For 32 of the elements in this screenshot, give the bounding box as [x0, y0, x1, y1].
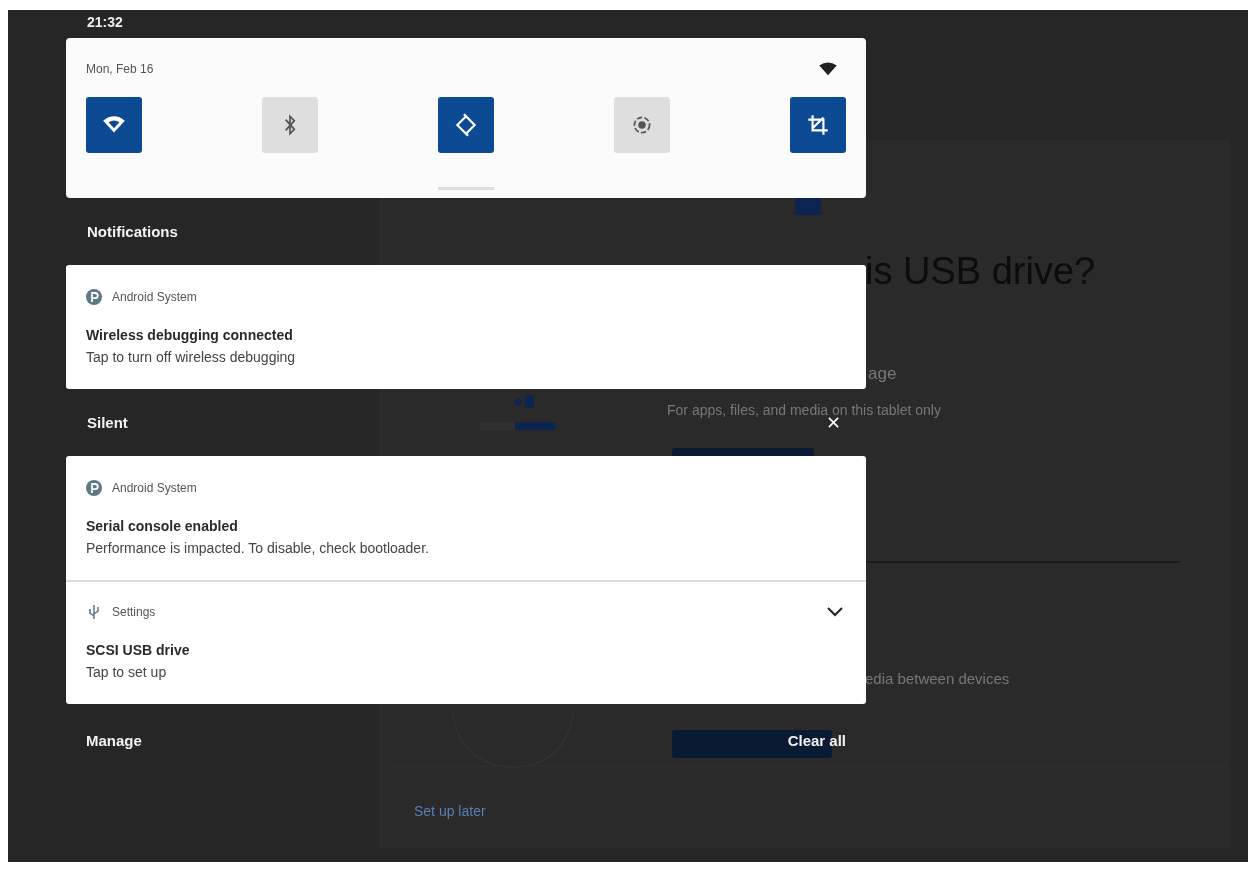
system-app-icon [86, 480, 102, 496]
option-description: For apps, files, and media on this tablet only [667, 402, 941, 418]
app-name: Settings [112, 605, 157, 619]
expand-chevron-icon[interactable] [827, 607, 843, 617]
manage-button[interactable]: Manage [86, 728, 142, 753]
notification-title: SCSI USB drive [86, 642, 191, 658]
status-time: 21:32 [87, 14, 124, 32]
wifi-signal-icon [819, 62, 837, 76]
clear-all-button[interactable]: Clear all [787, 728, 846, 753]
rotate-icon [453, 112, 479, 138]
notification-text: Tap to turn off wireless debugging [86, 349, 297, 365]
notification-text: Performance is impacted. To disable, check bootloader. [86, 540, 430, 556]
quick-setting-tile[interactable] [614, 97, 670, 153]
app-name: Android System [112, 481, 198, 495]
close-icon[interactable] [828, 417, 839, 428]
notification-title: Serial console enabled [86, 518, 239, 534]
notification-text: Tap to set up [86, 664, 168, 680]
quick-setting-tile[interactable] [262, 97, 318, 153]
usb-icon [86, 604, 102, 620]
system-app-icon [86, 289, 102, 305]
section-header: Silent [87, 414, 128, 431]
date-label: Mon, Feb 16 [86, 62, 154, 76]
quick-setting-tile[interactable] [790, 97, 846, 153]
quick-setting-tile[interactable] [86, 97, 142, 153]
option-description: edia between devices [865, 670, 1010, 687]
quick-setting-tile[interactable] [438, 97, 494, 153]
notification-title: Wireless debugging connected [86, 327, 294, 343]
app-name: Android System [112, 290, 198, 304]
crop-icon [805, 112, 831, 138]
set-up-later-link[interactable]: Set up later [414, 803, 486, 819]
option-title: age [868, 364, 897, 384]
section-header: Notifications [87, 223, 178, 240]
